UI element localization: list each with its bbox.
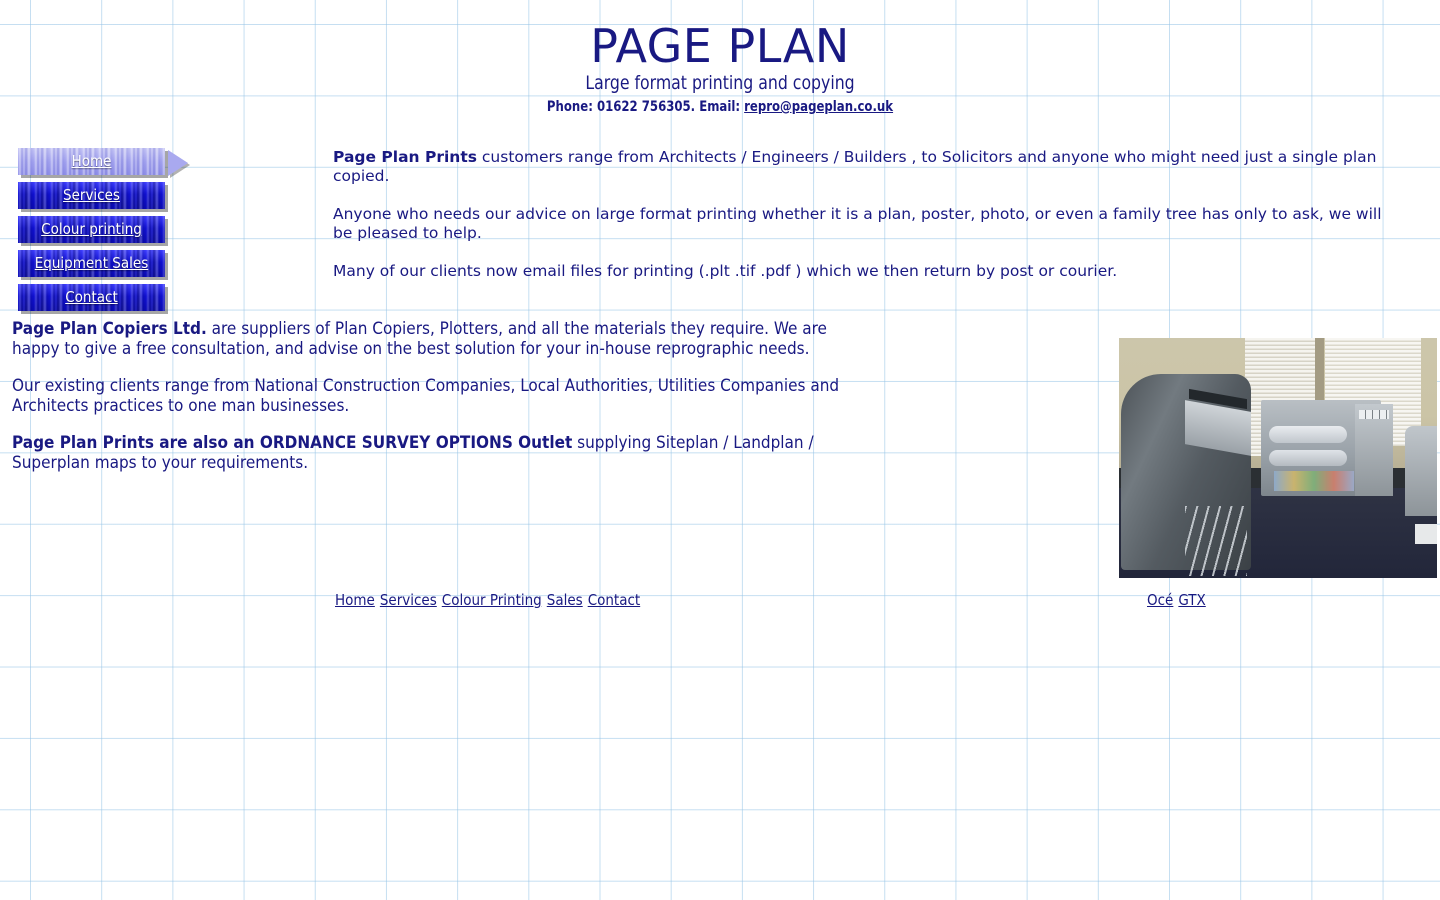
photo-plotter-roll-bottom <box>1269 450 1347 466</box>
copiers-p1-lead: Page Plan Copiers Ltd. <box>12 319 207 339</box>
brand-links: Océ GTX <box>1147 591 1211 609</box>
copiers-paragraph-3: Page Plan Prints are also an ORDNANCE SU… <box>12 433 872 473</box>
footer-link-contact[interactable]: Contact <box>588 591 641 609</box>
site-tagline: Large format printing and copying <box>585 72 855 95</box>
copiers-paragraph-1: Page Plan Copiers Ltd. are suppliers of … <box>12 319 872 359</box>
footer-link-home[interactable]: Home <box>335 591 375 609</box>
photo-right-unit <box>1405 426 1437 516</box>
email-link[interactable]: repro@pageplan.co.uk <box>744 99 893 115</box>
main-nav: Home Services Colour printing Equipment … <box>18 148 183 318</box>
footer-link-sales[interactable]: Sales <box>547 591 583 609</box>
photo-paper-stack <box>1415 524 1437 544</box>
nav-item-equipment-sales[interactable]: Equipment Sales <box>18 250 165 277</box>
contact-line: Phone: 01622 756305. Email: repro@pagepl… <box>50 94 1389 115</box>
photo-printed-output <box>1274 471 1354 491</box>
intro-paragraph-1: Page Plan Prints customers range from Ar… <box>333 148 1399 186</box>
phone-label: Phone: 01622 756305. Email: <box>546 99 741 116</box>
site-header: PAGE PLAN Large format printing and copy… <box>0 0 1440 116</box>
nav-item-contact[interactable]: Contact <box>18 284 165 311</box>
office-photo <box>1119 338 1437 578</box>
page-title: PAGE PLAN <box>590 19 850 73</box>
nav-item-services[interactable]: Services <box>18 182 165 209</box>
footer-link-colour-printing[interactable]: Colour Printing <box>442 591 542 609</box>
nav-item-colour-printing[interactable]: Colour printing <box>18 216 165 243</box>
footer-nav: Home Services Colour Printing Sales Contact <box>335 591 645 609</box>
photo-panel-buttons <box>1359 410 1389 419</box>
brand-link-gtx[interactable]: GTX <box>1178 591 1205 609</box>
photo-plotter-roll-top <box>1269 426 1347 443</box>
intro-paragraph-2: Anyone who needs our advice on large for… <box>333 205 1382 242</box>
intro-text-block: Page Plan Prints customers range from Ar… <box>333 148 1399 281</box>
brand-link-oce[interactable]: Océ <box>1147 591 1173 609</box>
copiers-p3-lead: Page Plan Prints are also an ORDNANCE SU… <box>12 433 573 453</box>
intro-p1-lead: Page Plan Prints <box>333 148 477 166</box>
intro-p1-body: customers range from Architects / Engine… <box>333 148 1377 185</box>
page-root: PAGE PLAN Large format printing and copy… <box>0 0 1440 900</box>
nav-item-home[interactable]: Home <box>18 148 165 175</box>
intro-paragraph-3: Many of our clients now email files for … <box>333 262 1118 280</box>
copiers-paragraph-2: Our existing clients range from National… <box>12 376 840 416</box>
copiers-text-block: Page Plan Copiers Ltd. are suppliers of … <box>12 319 872 473</box>
footer-link-services[interactable]: Services <box>380 591 437 609</box>
active-nav-arrow-icon <box>168 150 188 176</box>
photo-wire-rack <box>1185 506 1247 576</box>
